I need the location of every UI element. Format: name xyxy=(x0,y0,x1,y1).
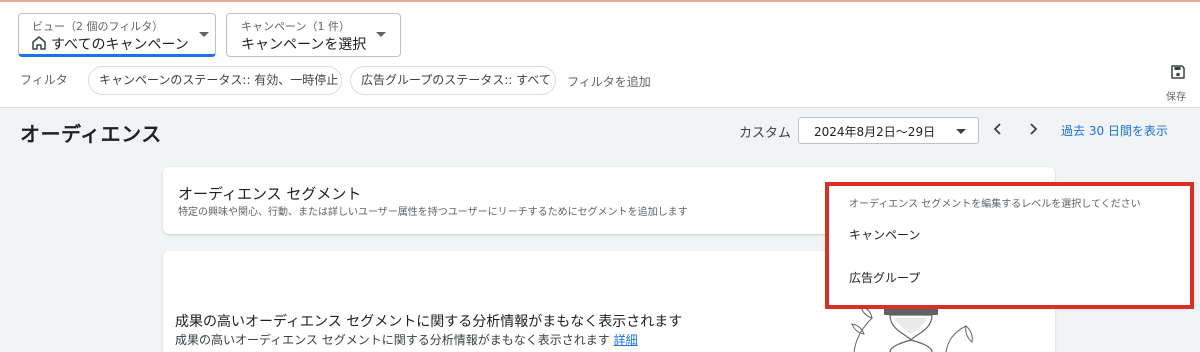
filter-chip-campaign-status[interactable]: キャンペーンのステータス:: 有効、一時停止 xyxy=(88,66,342,95)
campaign-dropdown-caption: キャンペーン（1 件） xyxy=(241,20,350,33)
home-icon xyxy=(32,36,46,50)
view-dropdown-caption: ビュー（2 個のフィルタ） xyxy=(32,20,164,33)
save-icon[interactable] xyxy=(1170,64,1186,80)
header-divider xyxy=(0,107,1200,108)
date-range-picker[interactable]: 2024年8月2日～29日 xyxy=(798,117,979,144)
segment-card-description: 特定の興味や関心、行動、または詳しいユーザー属性を持つユーザーにリーチするために… xyxy=(178,207,688,218)
view-dropdown-value: すべてのキャンペーン xyxy=(51,37,189,53)
insight-card-title: 成果の高いオーディエンス セグメントに関する分析情報がまもなく表示されます xyxy=(175,314,683,330)
highlight-annotation-box xyxy=(825,182,1194,309)
add-filter-button[interactable]: フィルタを追加 xyxy=(567,73,651,90)
filter-label: フィルタ xyxy=(20,73,68,87)
date-range-type-label: カスタム xyxy=(739,126,792,141)
campaign-dropdown-value: キャンペーンを選択 xyxy=(241,37,367,53)
chevron-down-icon xyxy=(199,32,209,37)
chevron-right-icon[interactable] xyxy=(1025,121,1041,137)
chevron-left-icon[interactable] xyxy=(990,121,1006,137)
insight-card-description: 成果の高いオーディエンス セグメントに関する分析情報がまもなく表示されます 詳細 xyxy=(175,331,638,348)
insight-card-text: 成果の高いオーディエンス セグメントに関する分析情報がまもなく表示されます xyxy=(175,333,610,347)
show-last-30-days-link[interactable]: 過去 30 日間を表示 xyxy=(1061,122,1168,139)
filter-chip-adgroup-status[interactable]: 広告グループのステータス:: すべて xyxy=(350,66,556,95)
chevron-down-icon xyxy=(956,129,966,134)
save-button-label[interactable]: 保存 xyxy=(1166,88,1186,103)
campaign-dropdown[interactable]: キャンペーン（1 件） キャンペーンを選択 xyxy=(226,13,401,57)
chevron-down-icon xyxy=(376,32,386,37)
segment-card-title: オーディエンス セグメント xyxy=(178,185,362,203)
view-dropdown[interactable]: ビュー（2 個のフィルタ） すべてのキャンペーン xyxy=(18,13,216,57)
date-range-value: 2024年8月2日～29日 xyxy=(814,125,936,139)
details-link[interactable]: 詳細 xyxy=(614,333,638,347)
page-title: オーディエンス xyxy=(20,122,162,146)
